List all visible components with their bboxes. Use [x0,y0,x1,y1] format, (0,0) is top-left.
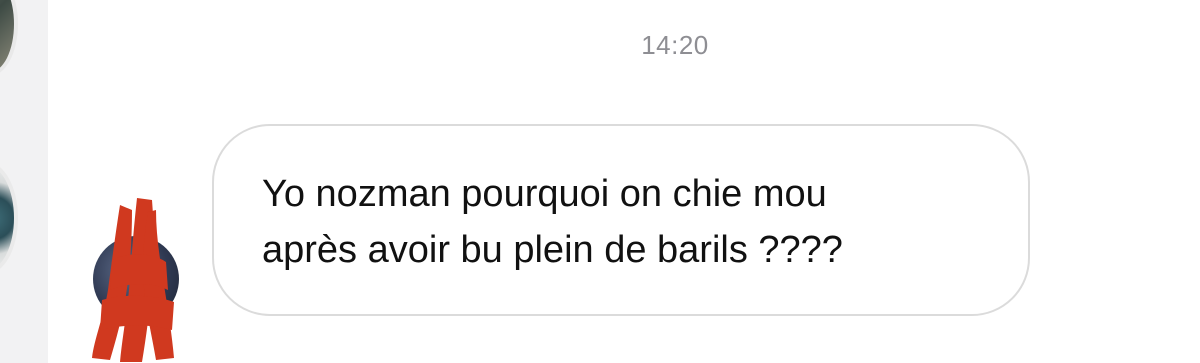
message-bubble[interactable]: Yo nozman pourquoi on chie mou après avo… [212,124,1030,316]
message-timestamp: 14:20 [641,30,709,60]
message-text-line: après avoir bu plein de barils ???? [262,229,843,271]
chat-view: 14:20 Yo nozman pourquoi on chie mou apr… [0,0,1200,363]
conversation-avatar[interactable] [0,162,18,274]
redaction-scribble [92,198,174,362]
conversation-avatar[interactable] [0,0,18,76]
conversation-list-strip [0,0,48,363]
message-text-line: Yo nozman pourquoi on chie mou [262,173,827,215]
